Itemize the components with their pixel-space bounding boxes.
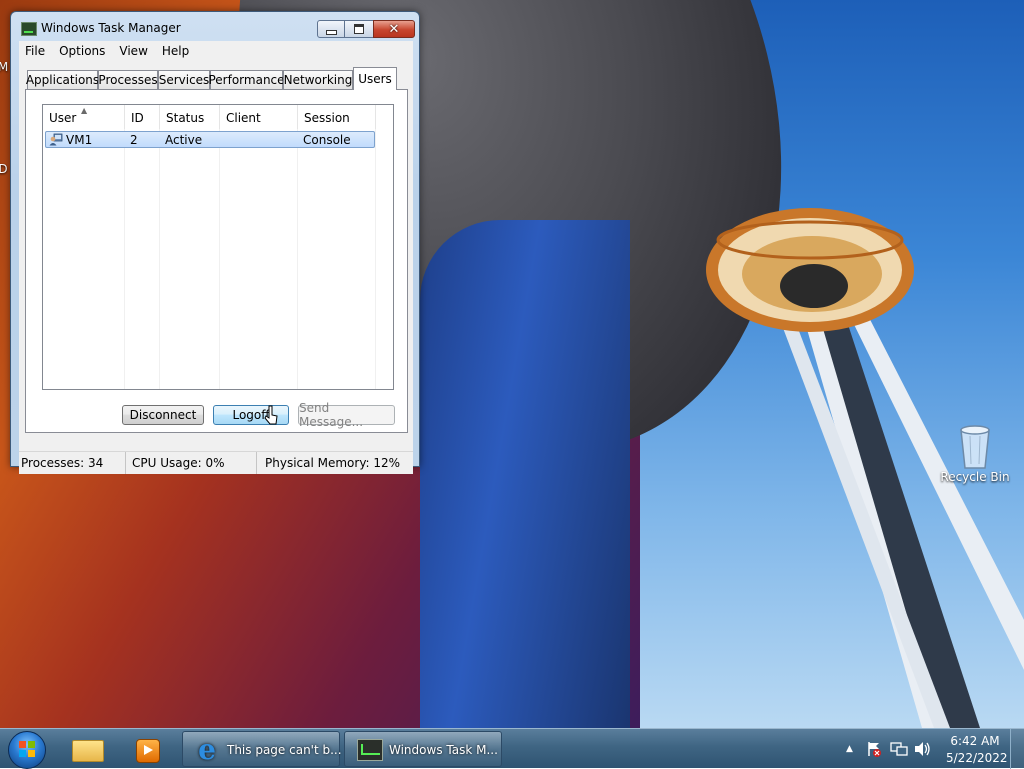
- minimize-button[interactable]: [317, 20, 345, 38]
- internet-explorer-icon: e: [198, 733, 216, 766]
- column-separator: [375, 129, 376, 389]
- clock-date[interactable]: 5/22/2022: [946, 751, 1008, 765]
- taskbar-button-label: This page can't b...: [227, 743, 342, 757]
- taskbar-button-task-manager[interactable]: Windows Task M...: [344, 731, 502, 767]
- disconnect-button[interactable]: Disconnect: [122, 405, 204, 425]
- pinned-media-player-icon[interactable]: [120, 732, 176, 766]
- send-message-button[interactable]: Send Message...: [298, 401, 395, 429]
- taskbar-button-label: Windows Task M...: [389, 743, 498, 757]
- menu-view[interactable]: View: [113, 44, 155, 58]
- column-header-user-label: User: [49, 111, 77, 125]
- tab-performance[interactable]: Performance: [208, 70, 285, 89]
- column-separator: [159, 129, 160, 389]
- recycle-bin-icon: [960, 425, 990, 469]
- task-manager-icon: [21, 22, 37, 36]
- mouse-cursor-icon: [264, 405, 278, 425]
- tab-networking[interactable]: Networking: [283, 70, 353, 89]
- column-header-client-name[interactable]: Client Name: [220, 105, 298, 151]
- clock-time[interactable]: 6:42 AM: [950, 734, 1000, 748]
- menu-options[interactable]: Options: [53, 44, 113, 58]
- action-center-flag-icon[interactable]: [866, 741, 882, 757]
- tab-processes[interactable]: Processes: [98, 70, 158, 89]
- window-client-area: Applications Processes Services Performa…: [19, 61, 413, 474]
- start-button[interactable]: [8, 731, 46, 769]
- cell-session: Console: [303, 133, 351, 147]
- status-physical-memory: Physical Memory: 12%: [265, 456, 401, 470]
- column-header-user[interactable]: ▲ User: [43, 105, 125, 129]
- close-button[interactable]: ✕: [373, 20, 415, 38]
- table-row[interactable]: VM1 2 Active Console: [45, 131, 375, 148]
- status-processes: Processes: 34: [19, 452, 126, 474]
- column-header-session[interactable]: Session: [298, 105, 376, 129]
- network-icon[interactable]: [890, 741, 908, 757]
- menu-file[interactable]: File: [19, 44, 53, 58]
- taskbar: e This page can't b... Windows Task M...…: [0, 728, 1024, 769]
- menu-help[interactable]: Help: [156, 44, 197, 58]
- column-header-id[interactable]: ID: [125, 105, 160, 129]
- cell-id: 2: [130, 133, 138, 147]
- users-list-view[interactable]: ▲ User ID Status Client Name Session: [42, 104, 394, 390]
- maximize-button[interactable]: [345, 20, 373, 38]
- sort-ascending-icon: ▲: [81, 106, 88, 115]
- users-tab-panel: ▲ User ID Status Client Name Session: [25, 89, 408, 433]
- pinned-explorer-icon[interactable]: [58, 732, 114, 766]
- tab-applications[interactable]: Applications: [26, 70, 99, 89]
- cell-user: VM1: [66, 133, 93, 147]
- status-bar: Processes: 34 CPU Usage: 0% Physical Mem…: [19, 451, 413, 474]
- wallpaper-glass-facade: [420, 220, 630, 728]
- minimize-icon: [325, 29, 337, 35]
- task-manager-icon: [357, 739, 383, 761]
- menu-bar: File Options View Help: [19, 41, 413, 61]
- show-hidden-icons-icon[interactable]: ▲: [846, 744, 853, 754]
- list-header: ▲ User ID Status Client Name Session: [43, 105, 393, 151]
- tab-users[interactable]: Users: [353, 67, 397, 90]
- status-cpu-usage: CPU Usage: 0%: [126, 452, 257, 474]
- recycle-bin[interactable]: Recycle Bin: [940, 424, 1010, 484]
- column-header-status[interactable]: Status: [160, 105, 220, 129]
- show-desktop-button[interactable]: [1010, 729, 1024, 769]
- taskbar-button-internet-explorer[interactable]: e This page can't b...: [182, 731, 342, 767]
- volume-icon[interactable]: [914, 741, 932, 757]
- maximize-icon: [354, 24, 364, 34]
- recycle-bin-label: Recycle Bin: [940, 470, 1010, 484]
- title-bar[interactable]: Windows Task Manager ✕: [11, 12, 419, 42]
- task-manager-window[interactable]: Windows Task Manager ✕ File Options View…: [10, 11, 420, 474]
- column-separator: [219, 129, 220, 389]
- user-icon: [49, 133, 63, 146]
- tab-services[interactable]: Services: [158, 70, 210, 89]
- column-separator: [124, 129, 125, 389]
- window-title: Windows Task Manager: [41, 21, 181, 35]
- close-icon: ✕: [388, 21, 400, 37]
- column-separator: [297, 129, 298, 389]
- cell-status: Active: [165, 133, 203, 147]
- notification-area: ▲ 6:42 AM 5/22/2022: [840, 729, 1024, 769]
